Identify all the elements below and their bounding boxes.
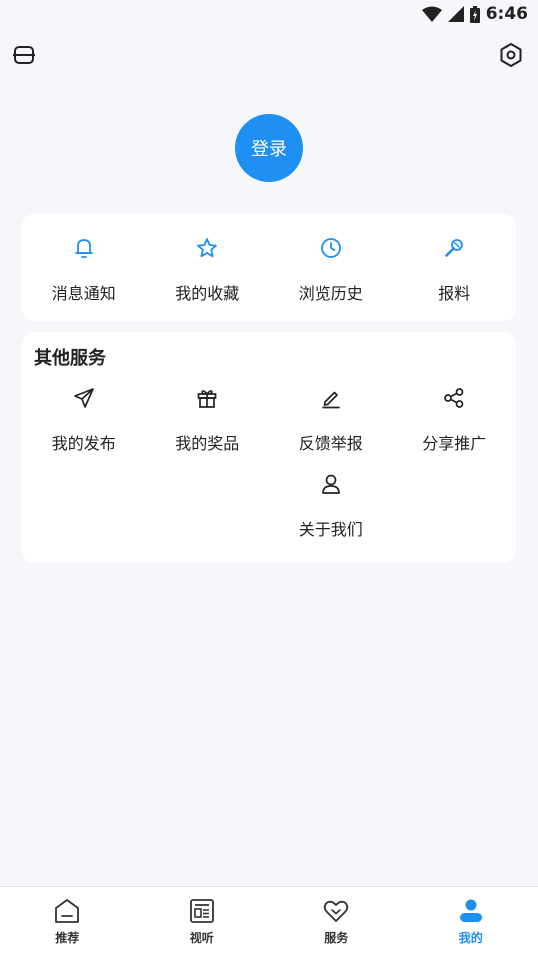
battery-icon — [470, 6, 480, 23]
login-button[interactable]: 登录 — [235, 114, 303, 182]
quick-item-label: 浏览历史 — [299, 280, 363, 304]
news-icon — [188, 897, 216, 925]
nav-item-label: 我的 — [459, 929, 483, 946]
gift-icon — [195, 386, 219, 410]
service-item-label: 我的奖品 — [175, 430, 239, 454]
service-item-label: 反馈举报 — [299, 430, 363, 454]
signal-icon — [448, 6, 464, 22]
service-item-my-prizes[interactable]: 我的奖品 — [146, 386, 270, 454]
bell-icon — [72, 236, 96, 260]
pencil-icon — [319, 386, 343, 410]
nav-item-recommend[interactable]: 推荐 — [0, 887, 135, 955]
quick-item-label: 报料 — [438, 280, 470, 304]
bottom-nav: 推荐 视听 服务 我的 — [0, 886, 538, 955]
nav-item-services[interactable]: 服务 — [269, 887, 404, 955]
services-title: 其他服务 — [34, 344, 106, 370]
service-item-label: 分享推广 — [422, 430, 486, 454]
home-icon — [53, 897, 81, 925]
clock-icon — [319, 236, 343, 260]
share-icon — [442, 386, 466, 410]
settings-icon[interactable] — [498, 42, 524, 68]
service-item-label: 我的发布 — [52, 430, 116, 454]
microphone-icon — [442, 236, 466, 260]
profile-icon — [457, 897, 485, 925]
user-icon — [319, 472, 343, 496]
heart-icon — [322, 897, 350, 925]
nav-item-media[interactable]: 视听 — [135, 887, 270, 955]
services-card: 其他服务 我的发布 我的奖品 反馈举报 — [22, 332, 516, 563]
quick-actions-card: 消息通知 我的收藏 浏览历史 报料 — [22, 214, 516, 321]
nav-item-mine[interactable]: 我的 — [404, 887, 538, 955]
service-item-feedback[interactable]: 反馈举报 — [269, 386, 393, 454]
service-item-share[interactable]: 分享推广 — [393, 386, 517, 454]
paper-plane-icon — [72, 386, 96, 410]
quick-item-notifications[interactable]: 消息通知 — [22, 236, 146, 304]
nav-item-label: 服务 — [324, 929, 348, 946]
quick-item-report[interactable]: 报料 — [393, 236, 517, 304]
nav-item-label: 推荐 — [55, 929, 79, 946]
star-icon — [195, 236, 219, 260]
service-item-label: 关于我们 — [299, 516, 363, 540]
quick-item-favorites[interactable]: 我的收藏 — [146, 236, 270, 304]
nav-item-label: 视听 — [190, 929, 214, 946]
scan-icon[interactable] — [11, 42, 37, 68]
service-item-about-us[interactable]: 关于我们 — [269, 472, 393, 540]
wifi-icon — [422, 6, 442, 22]
quick-item-label: 我的收藏 — [175, 280, 239, 304]
service-item-spacer — [146, 472, 270, 540]
service-item-spacer — [22, 472, 146, 540]
status-time: 6:46 — [486, 4, 528, 24]
quick-item-history[interactable]: 浏览历史 — [269, 236, 393, 304]
top-bar — [0, 38, 538, 72]
status-bar: 6:46 — [0, 0, 538, 28]
service-item-my-posts[interactable]: 我的发布 — [22, 386, 146, 454]
quick-item-label: 消息通知 — [52, 280, 116, 304]
login-label: 登录 — [251, 135, 287, 161]
